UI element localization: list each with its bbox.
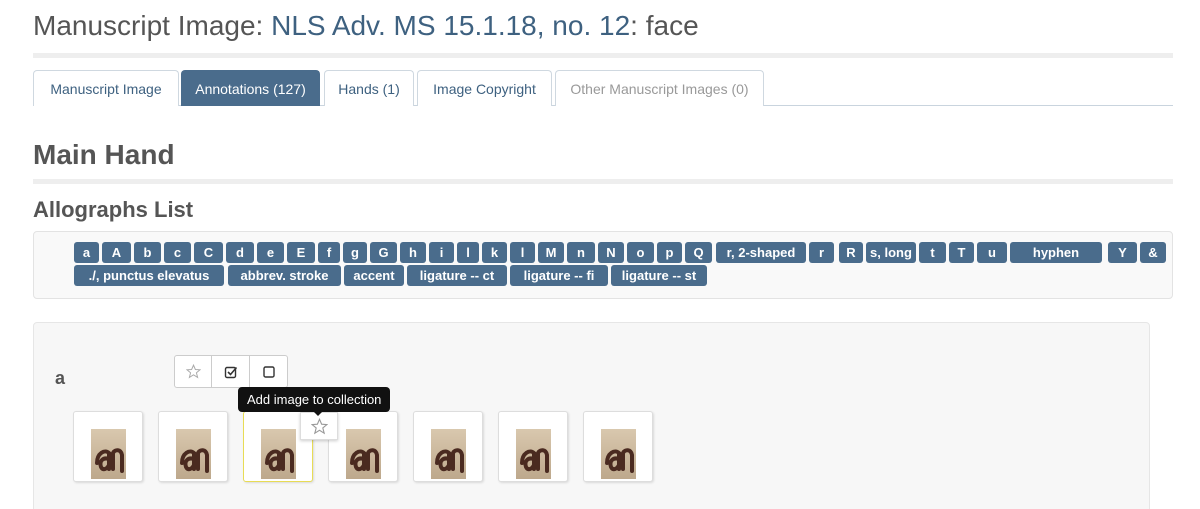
allograph-chip[interactable]: ligature -- st [611,265,707,286]
allograph-chip[interactable]: ligature -- fi [510,265,608,286]
allographs-list: a Ab c Cd e Ef g Gh i l k l Mn No p Qr, 2-shaped r Rs, lo… [54,242,1166,288]
section-divider [33,179,1173,184]
tab-manuscript-image[interactable]: Manuscript Image [33,70,179,106]
allograph-chip[interactable]: t [919,242,946,263]
allograph-chip[interactable]: i [429,242,454,263]
allograph-chip[interactable]: T [949,242,974,263]
selection-button-group [174,355,288,388]
allograph-chip[interactable]: N [598,242,624,263]
allograph-image [91,429,126,479]
allograph-chip[interactable]: hyphen [1010,242,1102,263]
allograph-chip[interactable]: ligature -- ct [407,265,507,286]
allograph-chip[interactable]: h [400,242,426,263]
allograph-chip[interactable]: o [627,242,654,263]
add-to-collection-button[interactable] [300,412,338,440]
title-prefix: Manuscript Image: [33,10,272,41]
allograph-chip[interactable]: G [370,242,397,263]
star-icon [185,364,201,379]
allograph-chip[interactable]: abbrev. stroke [228,265,341,286]
allograph-chip[interactable]: A [102,242,131,263]
allograph-image [516,429,551,479]
allograph-chip[interactable]: g [343,242,367,263]
allograph-chip[interactable]: p [657,242,682,263]
allograph-chip[interactable]: ./, punctus elevatus [74,265,224,286]
allograph-thumbnail[interactable] [498,411,568,482]
collection-star-button[interactable] [174,355,212,388]
allograph-chip[interactable]: n [567,242,595,263]
allograph-chip[interactable]: & [1140,242,1166,263]
allographs-list-title: Allographs List [33,197,194,222]
deselect-all-button[interactable] [250,355,288,388]
allograph-thumbnail[interactable] [583,411,653,482]
hand-title: Main Hand [33,139,175,170]
allograph-image [261,429,296,479]
allograph-thumbnail[interactable] [158,411,228,482]
allograph-chip[interactable]: b [134,242,161,263]
allograph-image [431,429,466,479]
allographs-row: ./, punctus elevatus abbrev. stroke accent… [54,265,1154,288]
allograph-chip[interactable]: Q [685,242,712,263]
select-all-button[interactable] [212,355,250,388]
allograph-image [176,429,211,479]
allograph-chip[interactable]: R [839,242,863,263]
allograph-chip[interactable]: k [482,242,507,263]
allograph-letter: a [55,368,66,388]
allograph-thumbnail[interactable] [413,411,483,482]
empty-box-icon [262,365,275,378]
tooltip-arrow [313,411,323,416]
allograph-chip[interactable]: M [538,242,564,263]
allograph-chip[interactable]: C [194,242,223,263]
allograph-chip[interactable]: c [164,242,191,263]
allograph-chip[interactable]: s, long [866,242,916,263]
allograph-chip[interactable]: E [287,242,315,263]
checked-box-icon [224,366,237,378]
allographs-panel: a Ab c Cd e Ef g Gh i l k l Mn No p Qr, 2-shaped r Rs, lo… [33,231,1173,299]
allograph-chip[interactable]: a [74,242,99,263]
allograph-chip[interactable]: Y [1108,242,1137,263]
allograph-image [346,429,381,479]
allograph-thumbnail[interactable] [328,411,398,482]
tab-hands[interactable]: Hands (1) [324,70,414,106]
allograph-chip[interactable]: e [257,242,284,263]
star-icon [310,417,328,434]
allograph-chip[interactable]: u [977,242,1007,263]
tab-bar: Manuscript Image Annotations (127) Hands… [33,70,1173,106]
collection-tooltip: Add image to collection [238,387,391,412]
allograph-image [601,429,636,479]
title-suffix: : face [630,10,699,41]
allograph-thumbnail[interactable] [73,411,143,482]
tab-image-copyright[interactable]: Image Copyright [417,70,552,106]
tab-annotations[interactable]: Annotations (127) [181,70,320,106]
allographs-row: a Ab c Cd e Ef g Gh i l k l Mn No p Qr, 2-shaped r Rs, lo… [54,242,1166,265]
tab-other-images[interactable]: Other Manuscript Images (0) [555,70,764,106]
allograph-chip[interactable]: r, 2-shaped [716,242,806,263]
allograph-chip[interactable]: accent [344,265,404,286]
title-divider [33,53,1173,58]
allograph-chip[interactable]: l [510,242,535,263]
allograph-chip[interactable]: r [809,242,834,263]
manuscript-link[interactable]: NLS Adv. MS 15.1.18, no. 12 [271,10,630,41]
allograph-chip[interactable]: f [318,242,340,263]
allograph-chip[interactable]: l [457,242,479,263]
allograph-chip[interactable]: d [226,242,254,263]
page-title: Manuscript Image: NLS Adv. MS 15.1.18, n… [33,10,699,42]
